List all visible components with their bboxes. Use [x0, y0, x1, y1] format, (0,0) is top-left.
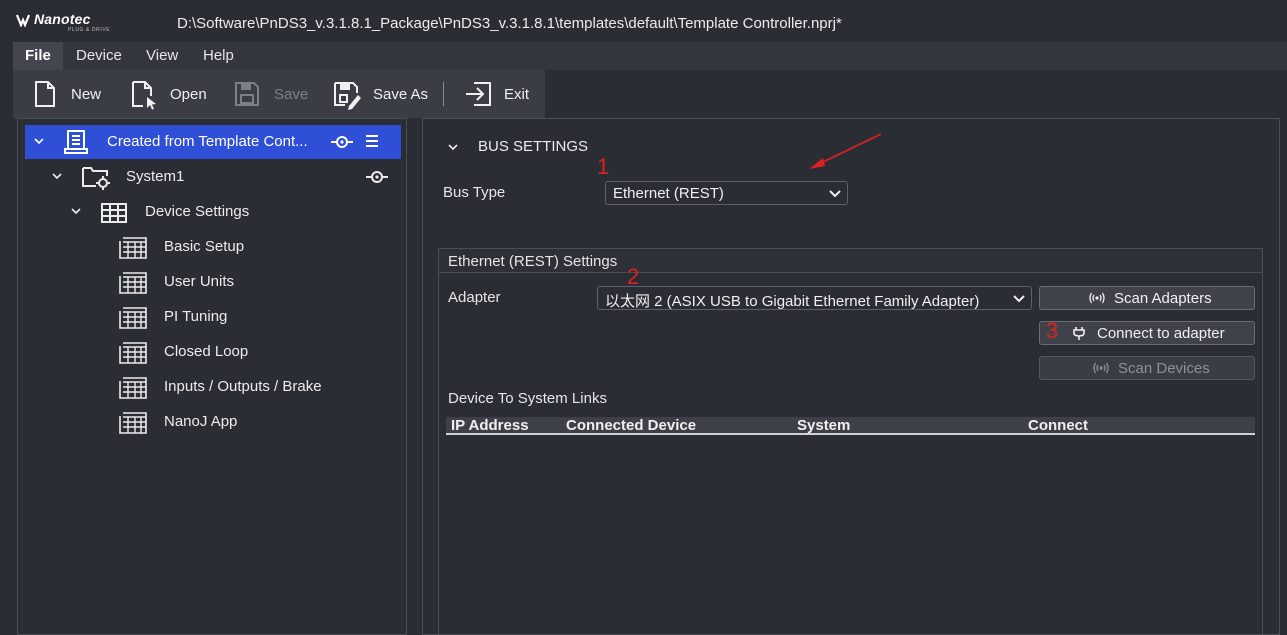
new-label: New	[71, 86, 102, 103]
save-as-label: Save As	[373, 86, 429, 103]
annotation-number: 1	[597, 154, 610, 179]
plug-icon	[1073, 327, 1085, 340]
chevron-down-icon[interactable]	[70, 205, 82, 217]
section-title: BUS SETTINGS	[478, 138, 589, 155]
tree-item-nanoj-app[interactable]: NanoJ App	[25, 405, 401, 439]
open-file-icon	[132, 81, 156, 110]
table-icon	[119, 307, 147, 329]
grid-icon	[101, 203, 127, 223]
annotation-number: 2	[627, 264, 640, 289]
exit-label: Exit	[504, 86, 530, 103]
tree-root-label: Created from Template Cont...	[107, 133, 308, 150]
tree-item-label: Basic Setup	[164, 238, 245, 255]
column-ip-address[interactable]: IP Address	[451, 417, 529, 434]
menu-view[interactable]: View	[146, 47, 178, 64]
adapter-value: 以太网 2 (ASIX USB to Gigabit Ethernet Fami…	[605, 293, 980, 310]
table-icon	[119, 412, 147, 434]
title-bar: Nanotec PLUG & DRIVE D:\Software\PnDS3_v…	[0, 0, 1287, 42]
column-connect[interactable]: Connect	[1028, 417, 1088, 434]
connect-adapter-button[interactable]: Connect to adapter	[1039, 321, 1255, 345]
tree-item-label: User Units	[164, 273, 235, 290]
table-icon	[119, 237, 147, 259]
connect-node-icon[interactable]	[330, 132, 354, 152]
scan-devices-label: Scan Devices	[1118, 360, 1210, 377]
tree-item-inputs-outputs-brake[interactable]: Inputs / Outputs / Brake	[25, 370, 401, 404]
menu-device[interactable]: Device	[76, 47, 122, 64]
annotation-number: 3	[1046, 318, 1059, 343]
save-icon	[235, 82, 259, 106]
chevron-down-icon	[1013, 295, 1025, 303]
bus-type-label: Bus Type	[443, 184, 506, 201]
menu-bar: File Device View Help	[13, 42, 1287, 70]
menu-help[interactable]: Help	[203, 47, 234, 64]
menu-file[interactable]: File	[13, 42, 63, 70]
nanotec-logo: Nanotec PLUG & DRIVE	[16, 10, 126, 36]
exit-icon	[466, 82, 491, 106]
scan-signal-icon	[1093, 362, 1109, 374]
column-system[interactable]: System	[797, 417, 850, 434]
tree-item-label: Closed Loop	[164, 343, 249, 360]
connect-node-icon[interactable]	[365, 167, 389, 187]
tree-item-pi-tuning[interactable]: PI Tuning	[25, 300, 401, 334]
scan-adapters-label: Scan Adapters	[1114, 290, 1212, 307]
open-label: Open	[170, 86, 207, 103]
toolbar-separator	[443, 82, 444, 106]
tree-item-basic-setup[interactable]: Basic Setup	[25, 230, 401, 264]
chevron-down-icon[interactable]	[447, 141, 459, 153]
annotation-arrow-icon	[809, 133, 882, 169]
scan-signal-icon	[1089, 292, 1105, 304]
scan-devices-button[interactable]: Scan Devices	[1039, 356, 1255, 380]
chevron-down-icon	[829, 190, 841, 198]
project-tree: Created from Template Cont... System1 De…	[17, 118, 407, 635]
save-label: Save	[274, 86, 309, 103]
nanotec-logo-icon	[16, 14, 30, 27]
tree-item-system[interactable]: System1	[25, 160, 401, 194]
ethernet-settings-group: Ethernet (REST) Settings Adapter 以太网 2 (…	[438, 248, 1263, 635]
tree-item-closed-loop[interactable]: Closed Loop	[25, 335, 401, 369]
bus-type-select[interactable]: Ethernet (REST)	[605, 181, 848, 205]
save-as-icon	[334, 82, 361, 110]
save-as-button[interactable]: Save As	[333, 70, 433, 118]
group-header: Ethernet (REST) Settings	[439, 249, 1262, 273]
tree-item-device-settings[interactable]: Device Settings	[25, 195, 401, 229]
bus-settings-panel: BUS SETTINGS Bus Type Ethernet (REST) Et…	[422, 118, 1280, 635]
new-file-icon	[35, 81, 55, 107]
tree-system-label: System1	[126, 168, 185, 185]
new-button[interactable]: New	[33, 70, 113, 118]
connect-adapter-label: Connect to adapter	[1097, 325, 1225, 342]
menu-hamburger-icon[interactable]	[365, 134, 379, 148]
folder-settings-icon	[82, 167, 110, 190]
tree-root-project[interactable]: Created from Template Cont...	[25, 125, 401, 159]
group-title: Ethernet (REST) Settings	[448, 253, 618, 270]
logo-subtitle: PLUG & DRIVE	[68, 27, 111, 33]
chevron-down-icon[interactable]	[33, 135, 45, 147]
exit-button[interactable]: Exit	[464, 70, 534, 118]
tree-item-label: Inputs / Outputs / Brake	[164, 378, 322, 395]
tree-item-label: PI Tuning	[164, 308, 228, 325]
table-icon	[119, 377, 147, 399]
adapter-label: Adapter	[448, 289, 501, 306]
logo-text: Nanotec	[34, 11, 91, 27]
project-document-icon	[64, 130, 88, 154]
table-icon	[119, 272, 147, 294]
bus-type-value: Ethernet (REST)	[613, 185, 724, 202]
save-button[interactable]: Save	[234, 70, 314, 118]
open-button[interactable]: Open	[130, 70, 220, 118]
toolbar: New Open Save Save As Exit	[13, 70, 545, 118]
table-icon	[119, 342, 147, 364]
adapter-select[interactable]: 以太网 2 (ASIX USB to Gigabit Ethernet Fami…	[597, 286, 1032, 310]
links-table-header: IP Address Connected Device System Conne…	[446, 417, 1255, 435]
window-title: D:\Software\PnDS3_v.3.1.8.1_Package\PnDS…	[177, 15, 842, 32]
tree-item-user-units[interactable]: User Units	[25, 265, 401, 299]
scan-adapters-button[interactable]: Scan Adapters	[1039, 286, 1255, 310]
chevron-down-icon[interactable]	[51, 170, 63, 182]
tree-item-label: NanoJ App	[164, 413, 238, 430]
column-connected-device[interactable]: Connected Device	[566, 417, 696, 434]
tree-device-settings-label: Device Settings	[145, 203, 250, 220]
links-title: Device To System Links	[448, 390, 607, 407]
